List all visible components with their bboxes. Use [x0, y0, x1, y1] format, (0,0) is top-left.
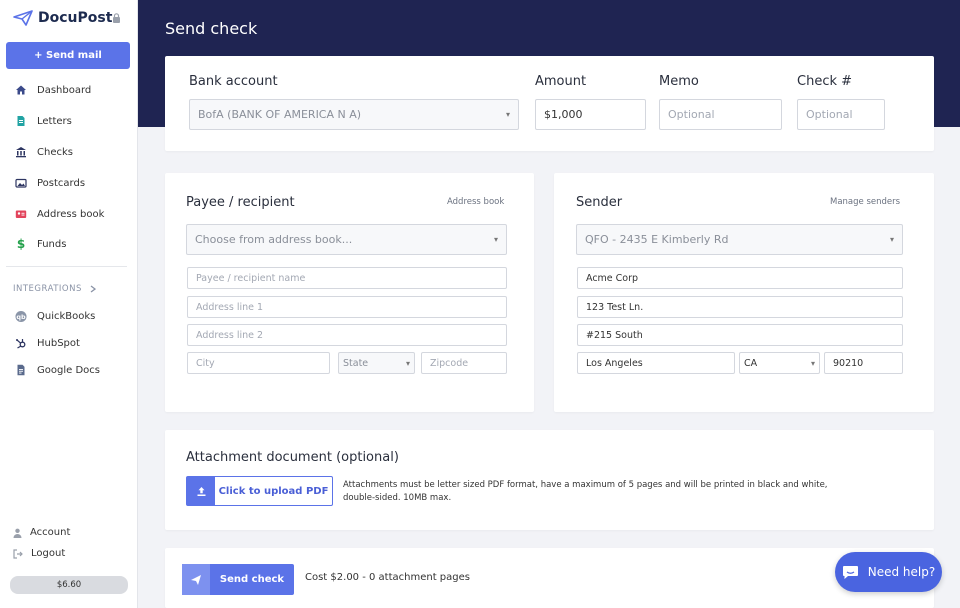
- quickbooks-icon: qb: [15, 310, 27, 322]
- document-icon: [15, 115, 27, 127]
- amount-input[interactable]: $1,000: [535, 99, 646, 130]
- check-number-label: Check #: [797, 74, 853, 89]
- chevron-right-icon: [90, 285, 96, 293]
- page-title: Send check: [165, 19, 258, 38]
- need-help-label: Need help?: [867, 565, 936, 579]
- postcard-icon: [15, 177, 27, 189]
- sidebar-item-checks[interactable]: Checks: [15, 144, 73, 160]
- bank-account-label: Bank account: [189, 74, 278, 89]
- sender-name-input[interactable]: Acme Corp: [577, 267, 903, 289]
- attachment-title: Attachment document (optional): [186, 450, 399, 465]
- upload-icon: [187, 477, 215, 505]
- send-check-button[interactable]: Send check: [182, 564, 294, 595]
- cost-text: Cost $2.00 - 0 attachment pages: [305, 572, 470, 583]
- user-icon: [13, 528, 22, 538]
- sidebar-item-label: QuickBooks: [37, 310, 96, 322]
- upload-pdf-label: Click to upload PDF: [218, 485, 329, 497]
- google-docs-icon: [15, 364, 27, 376]
- manage-senders-link[interactable]: Manage senders: [830, 197, 900, 207]
- chat-icon: [842, 565, 858, 579]
- memo-input[interactable]: Optional: [659, 99, 782, 130]
- logout-icon: [13, 548, 23, 559]
- paper-plane-logo-icon: [13, 10, 33, 26]
- payee-name-input[interactable]: Payee / recipient name: [187, 267, 507, 289]
- svg-text:qb: qb: [16, 312, 26, 320]
- sidebar-item-label: HubSpot: [37, 337, 80, 349]
- integrations-toggle[interactable]: INTEGRATIONS: [13, 284, 96, 294]
- logo-text: DocuPost: [38, 10, 113, 26]
- sidebar-item-postcards[interactable]: Postcards: [15, 175, 85, 191]
- dollar-icon: $: [16, 237, 26, 251]
- integrations-label: INTEGRATIONS: [13, 284, 82, 294]
- send-mail-button[interactable]: + Send mail: [6, 42, 130, 69]
- sidebar-item-address-book[interactable]: Address book: [15, 206, 104, 222]
- chevron-down-icon: ▾: [505, 110, 510, 119]
- sender-city-input[interactable]: Los Angeles: [577, 352, 735, 374]
- sender-select-value: QFO - 2435 E Kimberly Rd: [585, 233, 729, 246]
- logo[interactable]: DocuPost: [13, 10, 112, 26]
- sidebar-item-label: Funds: [37, 238, 67, 250]
- attachment-note: Attachments must be letter sized PDF for…: [343, 480, 828, 503]
- sidebar-item-label: Dashboard: [37, 84, 92, 96]
- payee-address-book-select[interactable]: Choose from address book... ▾: [186, 224, 507, 255]
- bank-account-value: BofA (BANK OF AMERICA N A): [198, 108, 362, 121]
- logout-link[interactable]: Logout: [13, 548, 65, 559]
- sidebar-item-label: Postcards: [37, 177, 86, 189]
- sidebar-item-label: Letters: [37, 115, 72, 127]
- sidebar-item-letters[interactable]: Letters: [15, 113, 72, 129]
- balance-badge: $6.60: [10, 576, 128, 594]
- sidebar-divider: [6, 266, 127, 267]
- payee-select-placeholder: Choose from address book...: [195, 233, 353, 246]
- sender-select[interactable]: QFO - 2435 E Kimberly Rd ▾: [576, 224, 903, 255]
- sidebar-item-funds[interactable]: $ Funds: [15, 236, 67, 252]
- payee-state-select[interactable]: State ▾: [338, 352, 415, 374]
- address-book-link[interactable]: Address book: [447, 197, 504, 207]
- need-help-button[interactable]: Need help?: [835, 552, 942, 592]
- payee-zip-input[interactable]: Zipcode: [421, 352, 507, 374]
- account-label: Account: [30, 527, 71, 538]
- sender-zip-input[interactable]: 90210: [824, 352, 903, 374]
- sidebar-item-label: Address book: [37, 208, 105, 220]
- sender-state-select[interactable]: CA ▾: [739, 352, 820, 374]
- lock-icon: [113, 13, 120, 23]
- sidebar-item-google-docs[interactable]: Google Docs: [15, 362, 100, 378]
- hubspot-icon: [15, 337, 27, 349]
- payee-city-input[interactable]: City: [187, 352, 330, 374]
- paper-plane-icon: [182, 564, 210, 595]
- sidebar-item-label: Google Docs: [37, 364, 100, 376]
- payee-title: Payee / recipient: [186, 195, 295, 210]
- upload-pdf-button[interactable]: Click to upload PDF: [186, 476, 333, 506]
- chevron-down-icon: ▾: [810, 358, 815, 368]
- chevron-down-icon: ▾: [493, 235, 498, 244]
- sender-state-value: CA: [744, 357, 758, 369]
- sidebar-item-quickbooks[interactable]: qb QuickBooks: [15, 308, 95, 324]
- send-check-label: Send check: [219, 574, 285, 585]
- bank-account-select[interactable]: BofA (BANK OF AMERICA N A) ▾: [189, 99, 519, 130]
- sender-title: Sender: [576, 195, 623, 210]
- payee-state-placeholder: State: [343, 357, 369, 369]
- sidebar: DocuPost + Send mail Dashboard Letters C…: [0, 0, 138, 608]
- sidebar-item-dashboard[interactable]: Dashboard: [15, 82, 91, 98]
- sender-address1-input[interactable]: 123 Test Ln.: [577, 296, 903, 318]
- bank-icon: [15, 146, 27, 158]
- sender-address2-input[interactable]: #215 South: [577, 324, 903, 346]
- home-icon: [15, 84, 27, 96]
- chevron-down-icon: ▾: [889, 235, 894, 244]
- sidebar-item-label: Checks: [37, 146, 73, 158]
- memo-label: Memo: [659, 74, 699, 89]
- sidebar-item-hubspot[interactable]: HubSpot: [15, 335, 80, 351]
- account-link[interactable]: Account: [13, 527, 70, 538]
- payee-address1-input[interactable]: Address line 1: [187, 296, 507, 318]
- chevron-down-icon: ▾: [405, 358, 410, 368]
- check-number-input[interactable]: Optional: [797, 99, 885, 130]
- amount-label: Amount: [535, 74, 587, 89]
- logout-label: Logout: [31, 548, 66, 559]
- payee-address2-input[interactable]: Address line 2: [187, 324, 507, 346]
- address-card-icon: [15, 208, 27, 220]
